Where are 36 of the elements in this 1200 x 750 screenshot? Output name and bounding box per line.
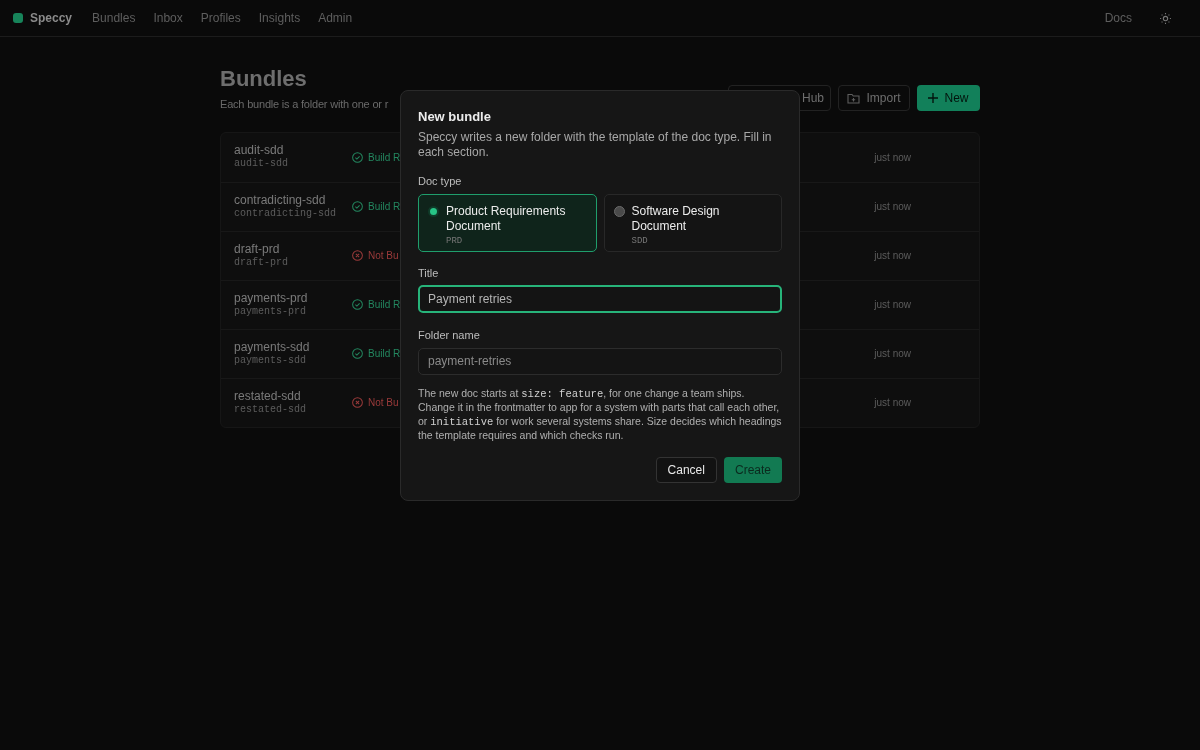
- updated-time: just now: [874, 249, 911, 263]
- status-label: Build R: [352, 346, 401, 361]
- updated-time: just now: [874, 347, 911, 361]
- status-label: Build R: [352, 297, 401, 312]
- option-code: PRD: [446, 234, 464, 248]
- help-text: The new doc starts at size: feature, for one change a team ships. Change it in the frontmatter to app for a system with parts that call each other, or initiative for work several systems share. Size decides which headings the template requires and which checks run.: [418, 386, 782, 443]
- bundle-name: contradicting-sdd: [234, 192, 327, 207]
- option-title: Product Requirements Document: [446, 203, 567, 234]
- field-label: Doc type: [418, 174, 463, 189]
- updated-time: just now: [874, 150, 911, 165]
- status-label: Build R: [352, 199, 401, 214]
- bundle-name: audit-sdd: [234, 143, 285, 157]
- folder-name: payments-sdd: [234, 354, 307, 368]
- updated-time: just now: [874, 396, 911, 410]
- folder-name: draft-prd: [234, 256, 289, 270]
- status-label: Build R: [352, 149, 401, 165]
- folder-name: contradicting-sdd: [234, 207, 338, 221]
- page-title: Bundles: [220, 65, 308, 93]
- updated-time: just now: [874, 200, 911, 214]
- folder-name: restated-sdd: [234, 402, 307, 417]
- field-label: Folder name: [418, 328, 481, 343]
- dialog-title: New bundle: [418, 109, 492, 125]
- folder-name: audit-sdd: [234, 157, 289, 171]
- bundle-name: payments-prd: [234, 290, 309, 305]
- bundle-name: restated-sdd: [234, 388, 302, 403]
- updated-time: just now: [874, 298, 911, 312]
- status-label: Not Bu: [352, 395, 399, 410]
- bundle-name: payments-sdd: [234, 339, 311, 354]
- option-title: Software Design Document: [631, 203, 721, 234]
- bundle-name: draft-prd: [234, 241, 281, 256]
- status-label: Not Bu: [352, 248, 399, 263]
- dialog-description: Speccy writes a new folder with the template of the doc type. Fill in each section.: [418, 130, 773, 160]
- field-label: Title: [418, 265, 440, 281]
- option-code: SDD: [631, 234, 649, 248]
- page-subtitle: Each bundle is a folder with one or r: [220, 97, 390, 112]
- folder-name: payments-prd: [234, 305, 307, 319]
